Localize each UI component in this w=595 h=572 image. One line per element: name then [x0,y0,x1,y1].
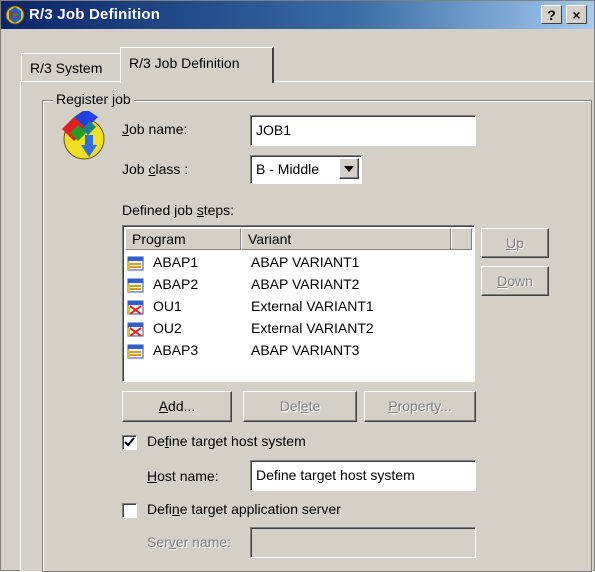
checkmark-icon [124,437,135,447]
title-bar[interactable]: R/3 Job Definition ? × [1,1,594,29]
property-button[interactable]: Property... [364,391,476,422]
row-program: ABAP3 [153,342,199,358]
define-target-host-checkbox[interactable] [122,435,137,450]
row-variant: ABAP VARIANT2 [251,276,360,292]
help-button[interactable]: ? [541,5,562,24]
job-steps-listview[interactable]: Program Variant ABAP1 ABAP VARIANT1 ABAP… [122,225,475,382]
chevron-down-icon [344,166,354,172]
defined-job-steps-label: Defined job steps: [122,202,235,218]
tab-r3-job-definition[interactable]: R/3 Job Definition [120,47,274,83]
row-variant: External VARIANT1 [251,298,374,314]
table-row[interactable]: OU1 External VARIANT1 [125,296,471,318]
table-row[interactable]: ABAP1 ABAP VARIANT1 [125,252,471,274]
row-variant: ABAP VARIANT1 [251,254,360,270]
host-name-label: Host name: [147,468,219,484]
job-name-label: Job name: [122,121,188,137]
r3-app-icon [5,5,25,25]
host-name-input[interactable]: Define target host system [250,460,476,491]
tab-r3-job-definition-label: R/3 Job Definition [129,55,240,71]
close-button[interactable]: × [566,5,587,24]
add-button[interactable]: Add... [122,391,232,422]
external-program-icon [127,322,144,337]
abap-program-icon [127,344,144,359]
job-name-input[interactable]: JOB1 [250,115,476,146]
row-variant: External VARIANT2 [251,320,374,336]
register-job-group-title: Register job [53,91,134,107]
abap-program-icon [127,256,144,271]
job-definition-icon [62,111,105,160]
external-program-icon [127,300,144,315]
column-header-program[interactable]: Program [125,228,241,250]
column-header-filler [451,228,472,250]
tab-r3-system-label: R/3 System [30,60,103,76]
delete-button[interactable]: Delete [243,391,357,422]
table-row[interactable]: OU2 External VARIANT2 [125,318,471,340]
job-class-dropdown-button[interactable] [339,158,359,179]
job-class-select[interactable]: B - Middle [250,155,362,184]
down-button[interactable]: Down [481,266,549,296]
define-target-app-server-label: Define target application server [147,501,341,517]
abap-program-icon [127,278,144,293]
job-class-value: B - Middle [256,161,320,177]
row-program: OU1 [153,298,182,314]
server-name-label: Server name: [147,534,232,550]
row-variant: ABAP VARIANT3 [251,342,360,358]
up-button[interactable]: Up [481,228,549,258]
row-program: ABAP1 [153,254,199,270]
define-target-host-label: Define target host system [147,433,306,449]
table-row[interactable]: ABAP3 ABAP VARIANT3 [125,340,471,362]
server-name-input[interactable] [250,527,476,558]
tab-r3-system[interactable]: R/3 System [21,53,121,81]
table-row[interactable]: ABAP2 ABAP VARIANT2 [125,274,471,296]
dialog-window: R/3 Job Definition ? × R/3 System R/3 Jo… [0,0,595,572]
window-title: R/3 Job Definition [29,6,161,23]
row-program: OU2 [153,320,182,336]
row-program: ABAP2 [153,276,199,292]
column-header-variant[interactable]: Variant [241,228,451,250]
job-class-label: Job class : [122,161,189,177]
define-target-app-server-checkbox[interactable] [122,503,137,518]
